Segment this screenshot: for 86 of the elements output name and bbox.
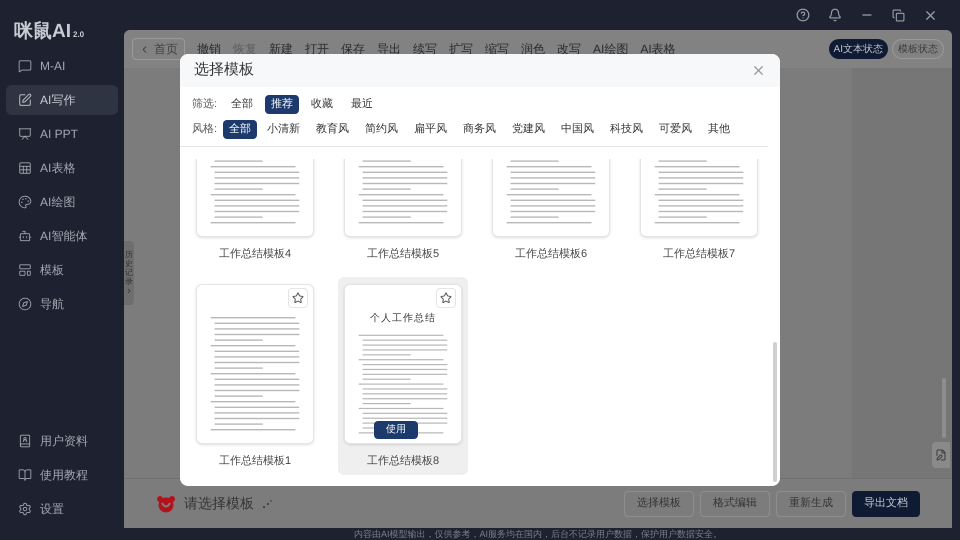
sidebar-item[interactable]: AI表格	[6, 153, 118, 183]
sidebar-item[interactable]: AI智能体	[6, 221, 118, 251]
profile-icon	[18, 434, 32, 448]
scrollbar-thumb[interactable]	[773, 342, 777, 482]
template-card[interactable]: 工作总结模板7	[634, 159, 764, 268]
edit-icon	[935, 449, 947, 461]
preview-title: 个人工作总结	[370, 312, 436, 326]
dialog-title: 选择模板	[194, 60, 254, 80]
star-icon	[292, 292, 304, 304]
sidebar-item[interactable]: AI PPT	[6, 119, 118, 149]
action-button[interactable]: 导出文档	[852, 490, 920, 516]
app-logo: 咪鼠AI	[14, 22, 71, 41]
chat-icon	[18, 59, 32, 73]
palette-icon	[18, 195, 32, 209]
template-name: 工作总结模板6	[514, 247, 588, 262]
sidebar-item[interactable]: 导航	[6, 289, 118, 319]
toolbar-button[interactable]: 润色	[521, 40, 545, 58]
template-card[interactable]: 工作总结模板1	[190, 276, 320, 475]
style-chip[interactable]: 可爱风	[653, 120, 698, 139]
template-card[interactable]: 工作总结模板6	[486, 159, 616, 268]
template-name: 工作总结模板1	[218, 454, 292, 468]
bear-logo-icon	[156, 494, 176, 512]
toolbar-button[interactable]: 保存	[341, 40, 365, 58]
style-chip[interactable]: 全部	[223, 120, 258, 139]
version-label: 2.0	[73, 29, 84, 41]
presentation-icon	[18, 127, 32, 141]
template-name: 工作总结模板7	[662, 247, 736, 262]
filter-chip[interactable]: 收藏	[305, 95, 340, 114]
toolbar-button[interactable]: 缩写	[485, 40, 509, 58]
table-icon	[18, 161, 32, 175]
favorite-button[interactable]	[436, 288, 456, 308]
style-chip[interactable]: 商务风	[457, 120, 502, 139]
template-card[interactable]: 工作总结模板5	[338, 159, 468, 268]
robot-icon	[18, 229, 32, 243]
style-chip[interactable]: 教育风	[310, 120, 356, 139]
pen-icon	[18, 93, 32, 107]
sidebar-item[interactable]: AI绘图	[6, 187, 118, 217]
style-chip[interactable]: 扁平风	[408, 120, 454, 139]
style-chip[interactable]: 其他	[702, 120, 736, 139]
compass-icon	[18, 297, 32, 311]
mode-toggle[interactable]: AI文本状态	[828, 39, 888, 59]
style-chip[interactable]: 科技风	[604, 120, 650, 139]
history-label: 历史记录	[125, 251, 133, 287]
template-name: 工作总结模板4	[218, 247, 292, 262]
disclaimer-text: 内容由AI模型输出，仅供参考，AI服务均在国内，后台不记录用户数据，保护用户数据安全。	[354, 530, 722, 538]
settings-icon	[18, 502, 32, 516]
style-chip[interactable]: 党建风	[506, 120, 552, 139]
style-chip[interactable]: 中国风	[555, 120, 600, 139]
sidebar-item[interactable]: 使用教程	[6, 460, 118, 490]
book-icon	[18, 468, 32, 482]
filter-chip[interactable]: 推荐	[265, 95, 300, 114]
bell-icon[interactable]	[828, 8, 842, 22]
toolbar-button[interactable]: 续写	[413, 40, 437, 58]
restore-icon[interactable]	[892, 8, 905, 22]
template-icon	[18, 263, 32, 277]
filter-chip[interactable]: 最近	[345, 95, 380, 114]
template-card[interactable]: 工作总结模板4	[190, 159, 320, 268]
style-chip[interactable]: 小清新	[261, 120, 306, 139]
sidebar-item[interactable]: 用户资料	[6, 426, 118, 456]
toolbar-button[interactable]: 导出	[377, 40, 401, 58]
filter-chip[interactable]: 全部	[225, 95, 260, 114]
sidebar-item[interactable]: 设置	[6, 494, 118, 524]
toolbar-button[interactable]: AI表格	[640, 40, 676, 58]
favorite-button[interactable]	[288, 288, 308, 308]
status-prompt: 请选择模板	[184, 494, 254, 513]
toolbar-button[interactable]: 扩写	[449, 40, 473, 58]
template-card[interactable]: 个人工作总结 使用 工作总结模板8	[338, 276, 468, 475]
toolbar-button[interactable]: 改写	[557, 40, 581, 58]
toolbar-button[interactable]: 新建	[269, 40, 293, 58]
star-icon	[440, 292, 452, 304]
toolbar-button[interactable]: 撤销	[197, 40, 221, 58]
sidebar-item[interactable]: AI写作	[6, 85, 118, 115]
sidebar-item[interactable]: 模板	[6, 255, 118, 285]
chevron-right-icon	[125, 286, 133, 295]
style-chip[interactable]: 简约风	[359, 120, 404, 139]
use-button[interactable]: 使用	[374, 420, 418, 438]
help-icon[interactable]	[796, 8, 810, 22]
edit-float-button[interactable]	[932, 442, 950, 468]
template-name: 工作总结模板8	[366, 454, 440, 468]
loading-dots-icon	[262, 498, 272, 508]
template-name: 工作总结模板5	[366, 247, 440, 262]
style-label: 风格:	[192, 122, 218, 138]
close-icon[interactable]	[751, 63, 766, 78]
filter-label: 筛选:	[192, 97, 218, 112]
toolbar-button[interactable]: AI绘图	[593, 40, 628, 58]
sidebar-item[interactable]: M-AI	[6, 51, 118, 81]
